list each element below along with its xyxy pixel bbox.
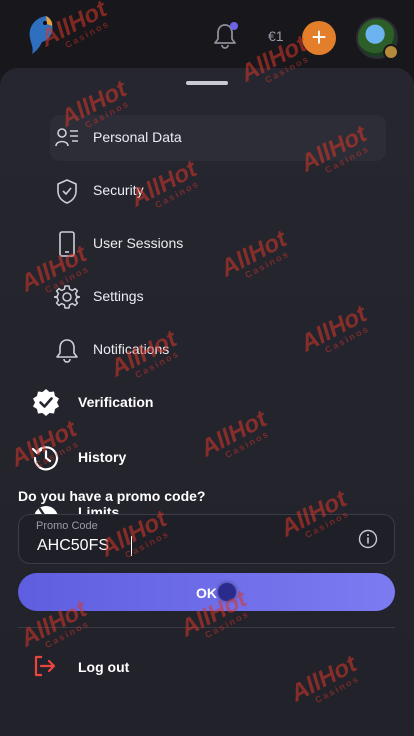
menu-item-label: User Sessions bbox=[93, 235, 184, 251]
avatar[interactable] bbox=[356, 17, 399, 60]
menu-item-history[interactable]: History bbox=[32, 440, 372, 474]
divider bbox=[18, 627, 395, 628]
menu-item-label: History bbox=[78, 449, 127, 465]
gear-icon bbox=[54, 285, 80, 309]
shield-check-icon bbox=[57, 179, 77, 204]
menu-item-user-sessions[interactable]: User Sessions bbox=[50, 221, 386, 267]
menu-item-settings[interactable]: Settings bbox=[50, 274, 386, 320]
menu-item-label: Personal Data bbox=[93, 129, 182, 145]
promo-code-value[interactable]: AHC50FS bbox=[37, 537, 109, 555]
notifications-bell-button[interactable] bbox=[212, 22, 238, 50]
menu-item-notifications[interactable]: Notifications bbox=[50, 327, 386, 373]
ok-button-label: OK bbox=[196, 585, 217, 601]
account-menu-sheet: Personal Data Security User Sessions Set… bbox=[0, 68, 414, 736]
sheet-drag-handle[interactable] bbox=[186, 81, 228, 85]
menu-item-security[interactable]: Security bbox=[50, 168, 386, 214]
verified-badge-icon bbox=[33, 389, 59, 416]
promo-ok-button[interactable]: OK bbox=[18, 573, 395, 611]
parrot-logo-icon[interactable] bbox=[24, 14, 58, 56]
info-icon[interactable] bbox=[358, 529, 378, 549]
loading-spinner-icon bbox=[218, 583, 236, 601]
promo-code-label: Promo Code bbox=[36, 520, 98, 532]
menu-item-label: Notifications bbox=[93, 341, 170, 357]
top-bar: €1 + bbox=[0, 0, 414, 66]
text-caret bbox=[131, 536, 132, 556]
menu-item-label: Security bbox=[93, 182, 144, 198]
balance-amount: €1 bbox=[268, 28, 284, 44]
add-funds-button[interactable]: + bbox=[302, 21, 336, 55]
level-badge bbox=[383, 44, 399, 60]
bell-icon bbox=[56, 339, 78, 363]
menu-item-verification[interactable]: Verification bbox=[32, 385, 372, 419]
promo-code-input[interactable]: Promo Code AHC50FS bbox=[18, 514, 395, 564]
menu-item-label: Verification bbox=[78, 394, 154, 410]
phone-icon bbox=[59, 231, 75, 257]
notification-dot bbox=[230, 22, 238, 30]
menu-item-label: Settings bbox=[93, 288, 144, 304]
logout-icon bbox=[34, 655, 56, 677]
id-card-icon bbox=[55, 128, 78, 147]
promo-question: Do you have a promo code? bbox=[18, 488, 206, 504]
logout-button[interactable]: Log out bbox=[32, 650, 232, 680]
history-clock-icon bbox=[32, 446, 59, 471]
menu-item-personal-data[interactable]: Personal Data bbox=[50, 115, 386, 161]
logout-label: Log out bbox=[78, 659, 130, 675]
